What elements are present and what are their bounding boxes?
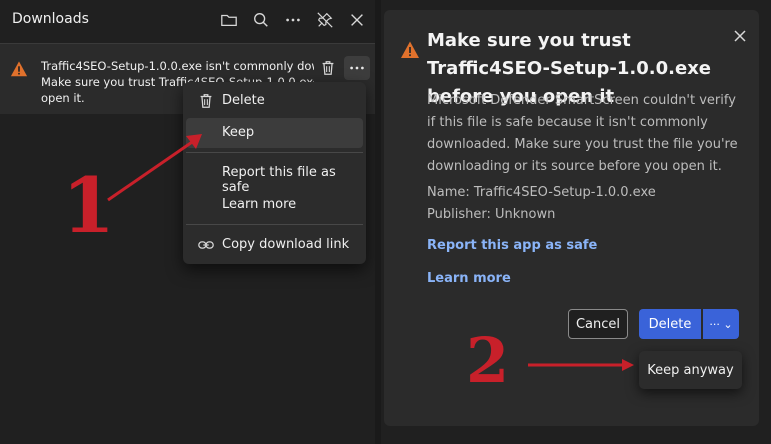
menu-item-copy-label: Copy download link: [222, 237, 350, 252]
menu-item-delete-label: Delete: [222, 93, 265, 108]
link-icon: [197, 236, 215, 254]
file-publisher: Publisher: Unknown: [427, 207, 556, 222]
more-icon: [350, 66, 364, 70]
downloads-title: Downloads: [12, 11, 89, 27]
cancel-button[interactable]: Cancel: [568, 309, 628, 339]
dialog-close-icon[interactable]: [730, 26, 750, 46]
menu-item-learn-label: Learn more: [222, 197, 297, 212]
search-icon[interactable]: [251, 10, 271, 30]
downloads-panel: Downloads Traffic4SEO-Setup-1.0.0.exe is…: [0, 0, 375, 444]
delete-button[interactable]: Delete: [639, 309, 701, 339]
learn-more-link[interactable]: Learn more: [427, 271, 511, 286]
annotation-step-1: 1: [62, 161, 115, 250]
keep-anyway-menu-item[interactable]: Keep anyway: [639, 351, 742, 389]
more-actions-button[interactable]: [344, 56, 370, 80]
warning-icon: [10, 60, 28, 78]
annotation-step-2: 2: [466, 324, 510, 397]
menu-divider: [186, 152, 363, 153]
menu-item-keep-label: Keep: [222, 125, 255, 140]
dialog-body: Microsoft Defender SmartScreen couldn't …: [427, 93, 738, 174]
close-icon[interactable]: [347, 10, 367, 30]
trash-icon: [322, 61, 334, 75]
pin-icon[interactable]: [315, 10, 335, 30]
trash-icon: [197, 92, 215, 110]
menu-item-keep[interactable]: Keep: [186, 118, 363, 148]
dialog-file-info: Name: Traffic4SEO-Setup-1.0.0.exe Publis…: [427, 182, 747, 226]
context-menu: Delete Keep Report this file as safe Lea…: [183, 82, 366, 264]
delete-download-button[interactable]: [315, 56, 341, 80]
downloads-header: Downloads: [0, 0, 375, 40]
menu-item-learn-more[interactable]: Learn more: [186, 190, 363, 220]
more-icon[interactable]: [283, 10, 303, 30]
warning-icon: [400, 40, 420, 60]
download-item-line1: Traffic4SEO-Setup-1.0.0.exe isn't common…: [41, 59, 314, 73]
more-options-dropdown-button[interactable]: ··· ⌄: [703, 309, 739, 339]
file-name: Name: Traffic4SEO-Setup-1.0.0.exe: [427, 185, 656, 200]
menu-item-copy-link[interactable]: Copy download link: [186, 230, 363, 260]
menu-divider: [186, 224, 363, 225]
report-app-safe-link[interactable]: Report this app as safe: [427, 238, 597, 253]
folder-icon[interactable]: [219, 10, 239, 30]
menu-item-delete[interactable]: Delete: [186, 86, 363, 116]
menu-item-report-safe[interactable]: Report this file as safe: [186, 158, 363, 195]
